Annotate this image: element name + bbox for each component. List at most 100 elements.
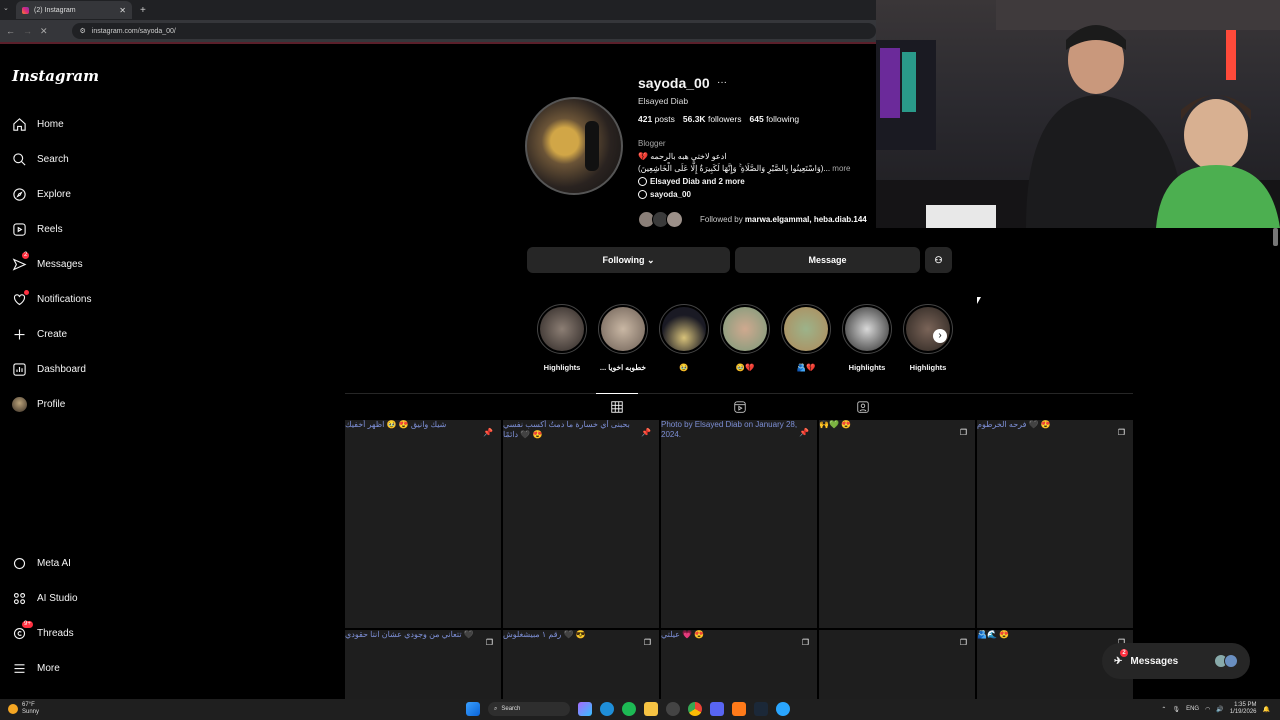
followed-by[interactable]: Followed by marwa.elgammal, heba.diab.14…	[638, 211, 867, 228]
url-field[interactable]: ⚙ instagram.com/sayoda_00/	[71, 23, 876, 39]
clock[interactable]: 1:35 PM 1/19/2026	[1230, 702, 1257, 716]
sidebar-item-notifications[interactable]: Notifications	[12, 288, 91, 310]
app-icon[interactable]	[776, 702, 790, 716]
close-tab-icon[interactable]: ✕	[119, 6, 126, 15]
profile-links[interactable]: Elsayed Diab and 2 more	[638, 177, 745, 186]
carousel-icon: ❐	[959, 638, 967, 647]
highlights-next-button[interactable]: ›	[933, 329, 947, 343]
discord-icon[interactable]	[710, 702, 724, 716]
chrome-icon[interactable]	[688, 702, 702, 716]
carousel-icon: ❐	[643, 638, 651, 647]
pin-icon: 📌	[483, 428, 493, 437]
bio-more-link[interactable]: more	[832, 164, 850, 173]
notifications-icon[interactable]: 🔔	[1263, 706, 1270, 713]
post-tile[interactable]: رقم ١ مبيشغلوش 🖤 😎 ❐	[503, 630, 659, 699]
post-tile[interactable]: 🙌💚 😍 ❐	[819, 420, 975, 628]
browser-tab[interactable]: (2) Instagram ✕	[16, 1, 132, 19]
highlight-item[interactable]: Highlights	[536, 304, 588, 372]
compass-icon	[13, 187, 26, 201]
highlight-item[interactable]: 🥹💔	[719, 304, 771, 372]
post-tile[interactable]: Photo by Elsayed Diab on January 28, 202…	[661, 420, 817, 628]
forward-icon[interactable]: →	[23, 26, 32, 36]
sidebar-item-messages[interactable]: 2 Messages	[12, 252, 83, 275]
weather-widget[interactable]: 67°F Sunny	[8, 702, 39, 716]
highlight-item[interactable]: 🫂💔	[780, 304, 832, 372]
sun-icon	[8, 704, 18, 714]
reels-icon	[13, 222, 26, 236]
add-user-button[interactable]: ⚇	[925, 247, 952, 273]
tagged-icon	[857, 401, 869, 413]
volume-icon[interactable]: 🔊	[1216, 706, 1223, 713]
notification-dot	[24, 290, 29, 295]
tab-posts[interactable]	[610, 400, 624, 414]
threads-icon	[638, 190, 647, 199]
obs-icon[interactable]	[666, 702, 680, 716]
sidebar-item-label: Dashboard	[37, 363, 86, 375]
webcam-overlay	[876, 0, 1280, 228]
sidebar-item-meta-ai[interactable]: Meta AI	[12, 552, 71, 574]
reload-icon[interactable]: ✕	[40, 26, 48, 37]
post-tile[interactable]: شيك وانيق 😍 🥹 اظهر أخفيك 📌	[345, 420, 501, 628]
sidebar-item-label: Reels	[37, 223, 63, 235]
wifi-icon[interactable]: ◠	[1205, 706, 1210, 713]
post-tile[interactable]: ❐	[819, 630, 975, 699]
post-tile[interactable]: بحبنى أي خسارة ما دمتُ أكسب نفسي دائمًا …	[503, 420, 659, 628]
page-scrollbar[interactable]	[1273, 228, 1278, 246]
sidebar-item-reels[interactable]: Reels	[12, 218, 63, 240]
sidebar-item-threads[interactable]: 9+ Threads	[12, 621, 74, 644]
reels-icon	[734, 401, 746, 413]
messages-floating-button[interactable]: ✈ 2 Messages	[1102, 643, 1250, 679]
highlight-item[interactable]: ... خطوبه اخويا	[597, 304, 649, 372]
steam-icon[interactable]	[754, 702, 768, 716]
sidebar-item-more[interactable]: More	[12, 657, 60, 679]
lang-indicator[interactable]: ENG	[1186, 706, 1199, 712]
highlight-item[interactable]: Highlights	[841, 304, 893, 372]
tab-search-icon[interactable]: ⌄	[3, 4, 9, 12]
post-tile[interactable]: عيلتي 💗 😍 ❐	[661, 630, 817, 699]
tab-reels[interactable]	[733, 400, 747, 414]
spotify-icon[interactable]	[622, 702, 636, 716]
app-icon[interactable]	[732, 702, 746, 716]
meta-ai-icon	[13, 557, 26, 569]
taskbar-search[interactable]: ⌕ Search	[488, 702, 570, 716]
message-button[interactable]: Message	[735, 247, 920, 273]
copilot-icon[interactable]	[578, 702, 592, 716]
sidebar-item-create[interactable]: Create	[12, 323, 67, 345]
pin-icon: 📌	[799, 428, 809, 437]
chevron-up-icon[interactable]: ⌃	[1161, 706, 1166, 713]
windows-start-icon[interactable]	[466, 702, 480, 716]
sidebar-item-label: Notifications	[37, 293, 92, 305]
sidebar-item-ai-studio[interactable]: AI Studio	[12, 587, 78, 609]
instagram-logo[interactable]: Instagram	[12, 67, 99, 85]
following-stat[interactable]: 645 following	[750, 114, 800, 124]
file-explorer-icon[interactable]	[644, 702, 658, 716]
sidebar-item-home[interactable]: Home	[12, 113, 64, 135]
profile-username: sayoda_00	[638, 75, 710, 91]
new-tab-icon[interactable]: +	[140, 5, 146, 16]
sidebar-item-explore[interactable]: Explore	[12, 183, 71, 205]
post-tile[interactable]: تتعاني من وجودي عشان انتا حقودي 🖤 ❐	[345, 630, 501, 699]
facebook-icon	[638, 177, 647, 186]
site-info-icon[interactable]: ⚙	[80, 27, 86, 35]
profile-picture[interactable]	[525, 97, 623, 195]
threads-handle-link[interactable]: sayoda_00	[638, 190, 691, 199]
mic-icon[interactable]: 🎙	[1172, 706, 1180, 713]
sidebar-item-dashboard[interactable]: Dashboard	[12, 358, 86, 380]
sidebar-item-search[interactable]: Search	[12, 148, 69, 170]
following-button[interactable]: Following ⌄	[527, 247, 730, 273]
followers-stat[interactable]: 56.3K followers	[683, 114, 742, 124]
plus-icon	[14, 329, 25, 339]
highlight-item[interactable]: 🥹	[658, 304, 710, 372]
options-icon[interactable]: ···	[717, 77, 727, 88]
system-tray: ⌃ 🎙 ENG ◠ 🔊 1:35 PM 1/19/2026 🔔	[1161, 702, 1270, 716]
sidebar-item-profile[interactable]: Profile	[12, 393, 65, 415]
back-icon[interactable]: ←	[6, 26, 15, 36]
tab-title: (2) Instagram	[34, 6, 76, 14]
post-tile[interactable]: فرحه الخرطوم 🖤 😍 ❐	[977, 420, 1133, 628]
tab-tagged[interactable]	[856, 400, 870, 414]
edge-icon[interactable]	[600, 702, 614, 716]
sidebar-item-label: Home	[37, 118, 64, 130]
carousel-icon: ❐	[959, 428, 967, 437]
profile-full-name: Elsayed Diab	[638, 96, 689, 106]
sidebar-item-label: Meta AI	[37, 557, 71, 569]
